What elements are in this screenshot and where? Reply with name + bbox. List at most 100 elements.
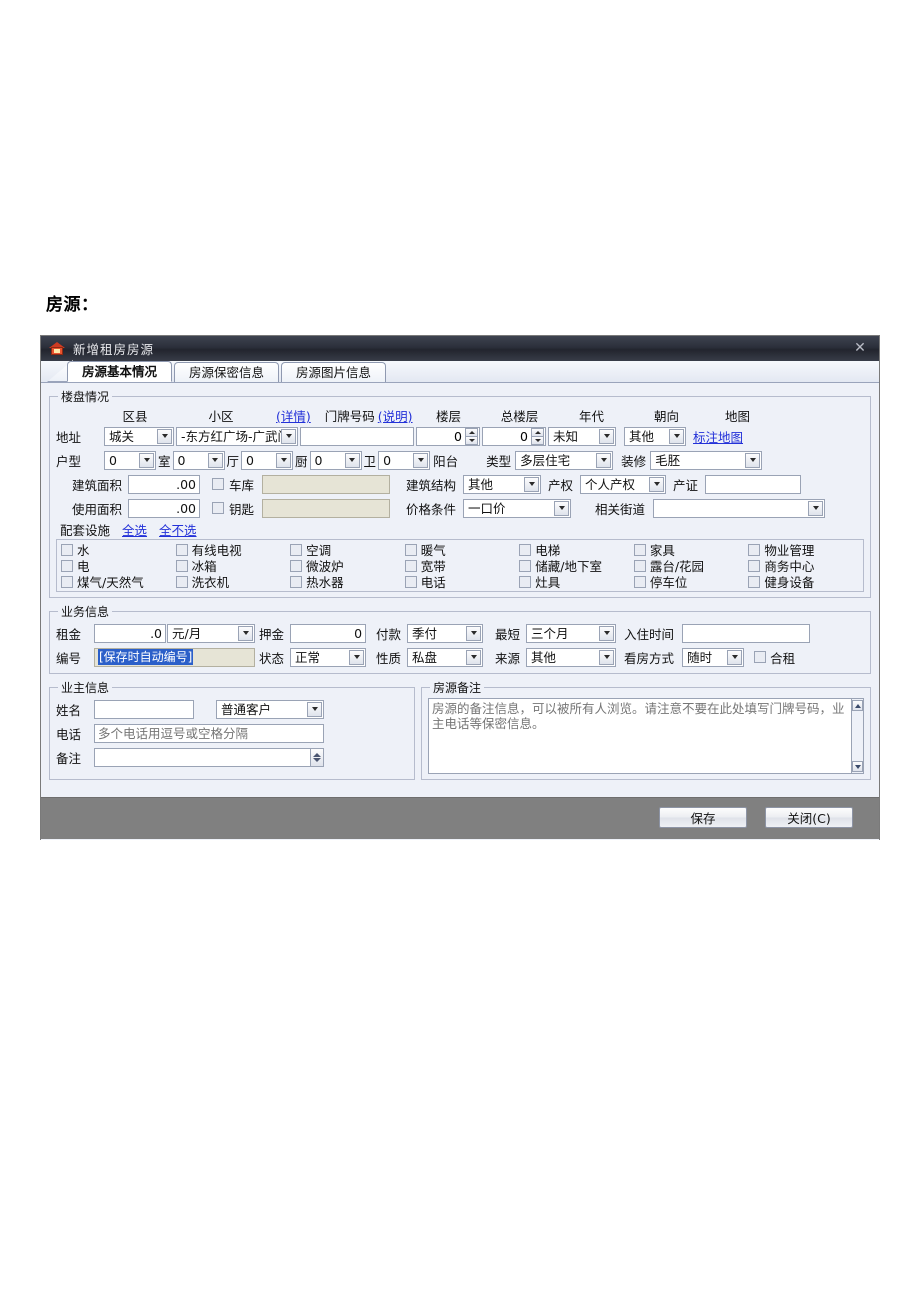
unit-kitchen-label: 厨 bbox=[295, 453, 308, 469]
close-button[interactable]: 关闭(C) bbox=[765, 807, 853, 828]
facility-checkbox[interactable] bbox=[633, 543, 646, 556]
district-select[interactable]: 城关 bbox=[104, 426, 174, 446]
use-area-input[interactable] bbox=[128, 498, 200, 518]
door-no-input[interactable] bbox=[300, 426, 414, 446]
nature-select[interactable]: 私盘 bbox=[407, 647, 484, 667]
scroll-up-icon[interactable] bbox=[852, 700, 863, 711]
facility-checkbox[interactable] bbox=[175, 575, 188, 588]
baths-select[interactable]: 0 bbox=[309, 450, 362, 470]
facility-checkbox[interactable] bbox=[404, 575, 417, 588]
page-root: 房源： www.zixin.com.cn 新增租房房源 ✕ 房源基本情况 房源保… bbox=[0, 0, 920, 1302]
facility-checkbox[interactable] bbox=[748, 575, 761, 588]
use-area-label: 使用面积 bbox=[71, 501, 122, 517]
source-select[interactable]: 其他 bbox=[526, 647, 617, 667]
floor-spinner[interactable]: 0 bbox=[416, 426, 480, 446]
community-select[interactable]: -东方红广场-广武门 bbox=[176, 426, 298, 446]
chevron-down-icon bbox=[599, 649, 615, 665]
chevron-down-icon bbox=[466, 649, 482, 665]
code-value: [保存时自动编号] bbox=[98, 649, 194, 665]
tab-basic-info[interactable]: 房源基本情况 bbox=[67, 361, 173, 382]
window-title: 新增租房房源 bbox=[73, 342, 155, 357]
orientation-select[interactable]: 其他 bbox=[624, 426, 686, 446]
facility-item: 露台/花园 bbox=[633, 558, 745, 574]
memo-spinner-icon[interactable] bbox=[311, 747, 324, 767]
type-label: 类型 bbox=[486, 453, 512, 469]
structure-select[interactable]: 其他 bbox=[463, 474, 542, 494]
owner-phone-row: 电话 bbox=[56, 722, 408, 744]
select-none-link[interactable]: 全不选 bbox=[159, 520, 197, 539]
code-input[interactable]: [保存时自动编号] bbox=[94, 647, 255, 667]
share-checkbox[interactable] bbox=[754, 651, 767, 663]
scroll-down-icon[interactable] bbox=[852, 761, 863, 772]
remark-group-legend: 房源备注 bbox=[433, 681, 482, 695]
facility-checkbox[interactable] bbox=[748, 543, 761, 556]
community-detail-link[interactable]: (详情) bbox=[276, 406, 311, 425]
facility-checkbox[interactable] bbox=[61, 543, 73, 556]
facility-checkbox[interactable] bbox=[633, 559, 646, 572]
view-method-select[interactable]: 随时 bbox=[682, 647, 745, 667]
facility-checkbox[interactable] bbox=[633, 575, 646, 588]
total-floor-spinner[interactable]: 0 bbox=[482, 426, 546, 446]
halls-select[interactable]: 0 bbox=[172, 450, 225, 470]
facility-checkbox[interactable] bbox=[519, 543, 532, 556]
spinner-arrows-icon[interactable] bbox=[465, 427, 478, 445]
year-select[interactable]: 未知 bbox=[548, 426, 616, 446]
owner-name-input[interactable] bbox=[94, 699, 194, 719]
key-checkbox[interactable] bbox=[212, 502, 224, 514]
tab-private-info[interactable]: 房源保密信息 bbox=[174, 362, 280, 382]
cert-input[interactable] bbox=[705, 474, 802, 494]
deposit-input[interactable] bbox=[290, 623, 367, 643]
property-right-select[interactable]: 个人产权 bbox=[580, 474, 667, 494]
build-area-input[interactable] bbox=[128, 474, 200, 494]
door-no-help-link[interactable]: (说明) bbox=[378, 406, 413, 425]
facility-checkbox[interactable] bbox=[519, 559, 532, 572]
title-bar: 新增租房房源 ✕ bbox=[41, 336, 879, 361]
garage-checkbox[interactable] bbox=[212, 478, 224, 490]
facility-checkbox[interactable] bbox=[290, 543, 303, 556]
remark-scrollbar[interactable] bbox=[851, 698, 864, 774]
price-cond-select[interactable]: 一口价 bbox=[463, 498, 572, 518]
balcony-select[interactable]: 0 bbox=[378, 450, 431, 470]
facility-checkbox[interactable] bbox=[61, 575, 73, 588]
facility-item: 电梯 bbox=[519, 542, 630, 558]
tab-image-info[interactable]: 房源图片信息 bbox=[281, 362, 387, 382]
facility-checkbox[interactable] bbox=[175, 543, 188, 556]
balcony-value: 0 bbox=[383, 452, 392, 468]
header-floor: 楼层 bbox=[436, 409, 462, 424]
owner-memo-input[interactable] bbox=[94, 747, 311, 767]
owner-phone-input[interactable] bbox=[94, 723, 324, 743]
garage-input[interactable] bbox=[262, 474, 391, 494]
facility-checkbox[interactable] bbox=[290, 559, 303, 572]
district-value: 城关 bbox=[109, 428, 135, 444]
type-select[interactable]: 多层住宅 bbox=[515, 450, 614, 470]
mark-map-link[interactable]: 标注地图 bbox=[693, 427, 743, 446]
facility-checkbox[interactable] bbox=[175, 559, 188, 572]
payment-select[interactable]: 季付 bbox=[407, 623, 484, 643]
close-icon[interactable]: ✕ bbox=[851, 339, 869, 357]
remark-textarea[interactable] bbox=[428, 698, 851, 774]
page-title: 房源： bbox=[46, 295, 99, 315]
facility-checkbox[interactable] bbox=[748, 559, 761, 572]
facility-checkbox[interactable] bbox=[404, 543, 417, 556]
street-select[interactable] bbox=[653, 498, 826, 518]
kitchens-select[interactable]: 0 bbox=[241, 450, 294, 470]
key-input[interactable] bbox=[262, 498, 391, 518]
rent-unit-select[interactable]: 元/月 bbox=[167, 623, 255, 643]
unit-bath-label: 卫 bbox=[363, 453, 377, 469]
rent-input[interactable] bbox=[94, 623, 166, 643]
facility-checkbox[interactable] bbox=[290, 575, 303, 588]
movein-input[interactable] bbox=[682, 623, 811, 643]
spinner-arrows-icon[interactable] bbox=[531, 427, 544, 445]
rooms-select[interactable]: 0 bbox=[104, 450, 156, 470]
save-button[interactable]: 保存 bbox=[659, 807, 747, 828]
header-orientation: 朝向 bbox=[654, 409, 680, 424]
facility-checkbox[interactable] bbox=[61, 559, 73, 572]
facility-checkbox[interactable] bbox=[404, 559, 417, 572]
decoration-select[interactable]: 毛胚 bbox=[650, 450, 763, 470]
min-term-select[interactable]: 三个月 bbox=[526, 623, 617, 643]
view-method-value: 随时 bbox=[687, 649, 713, 665]
facility-checkbox[interactable] bbox=[519, 575, 532, 588]
customer-type-select[interactable]: 普通客户 bbox=[216, 699, 324, 719]
status-select[interactable]: 正常 bbox=[290, 647, 367, 667]
select-all-link[interactable]: 全选 bbox=[122, 520, 147, 539]
